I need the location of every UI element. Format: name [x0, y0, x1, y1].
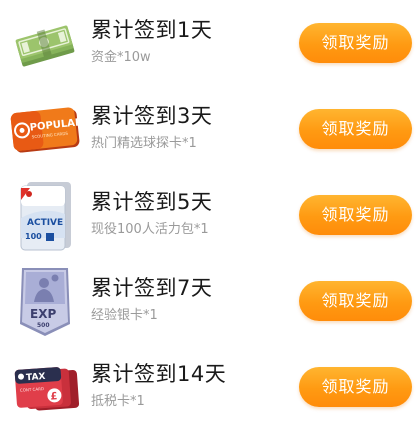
reward-description: 热门精选球探卡*1: [91, 136, 197, 151]
reward-title: 累计签到7天: [91, 276, 213, 300]
reward-description: 现役100人活力包*1: [91, 222, 209, 237]
exp-silver-card-icon: EXP 500: [8, 264, 82, 338]
reward-title: 累计签到5天: [91, 190, 213, 214]
tax-deduction-card-icon: TAX CONT CARD £: [8, 350, 82, 424]
svg-text:ACTIVE: ACTIVE: [27, 218, 63, 228]
cash-bundle-icon: [8, 6, 82, 80]
reward-title: 累计签到14天: [91, 362, 227, 386]
reward-row-day-5: ACTIVE 100 累计签到5天 现役100人活力包*1 领取奖励: [0, 172, 420, 258]
svg-text:500: 500: [37, 322, 50, 329]
claim-reward-button[interactable]: 领取奖励: [299, 367, 412, 407]
reward-title: 累计签到3天: [91, 104, 213, 128]
reward-row-day-14: TAX CONT CARD £ 累计签到14天 抵税卡*1 领取奖励: [0, 344, 420, 430]
claim-reward-button[interactable]: 领取奖励: [299, 23, 412, 63]
claim-reward-button[interactable]: 领取奖励: [299, 109, 412, 149]
svg-text:TAX: TAX: [26, 372, 46, 383]
reward-row-day-1: 累计签到1天 资金*10w 领取奖励: [0, 0, 420, 86]
claim-reward-button[interactable]: 领取奖励: [299, 281, 412, 321]
active-player-pack-icon: ACTIVE 100: [8, 178, 82, 252]
reward-title: 累计签到1天: [91, 18, 213, 42]
reward-row-day-3: POPULAR SCOUTING CARDS 累计签到3天 热门精选球探卡*1 …: [0, 86, 420, 172]
reward-description: 资金*10w: [91, 50, 151, 65]
reward-description: 经验银卡*1: [91, 308, 158, 323]
svg-text:100: 100: [25, 232, 42, 241]
sign-in-reward-list: 累计签到1天 资金*10w 领取奖励 POPULAR SCOUTING CARD…: [0, 0, 420, 434]
svg-text:EXP: EXP: [30, 307, 56, 321]
reward-description: 抵税卡*1: [91, 394, 145, 409]
popular-scouting-card-icon: POPULAR SCOUTING CARDS: [8, 92, 82, 166]
svg-text:£: £: [50, 391, 58, 402]
reward-row-day-7: EXP 500 累计签到7天 经验银卡*1 领取奖励: [0, 258, 420, 344]
claim-reward-button[interactable]: 领取奖励: [299, 195, 412, 235]
